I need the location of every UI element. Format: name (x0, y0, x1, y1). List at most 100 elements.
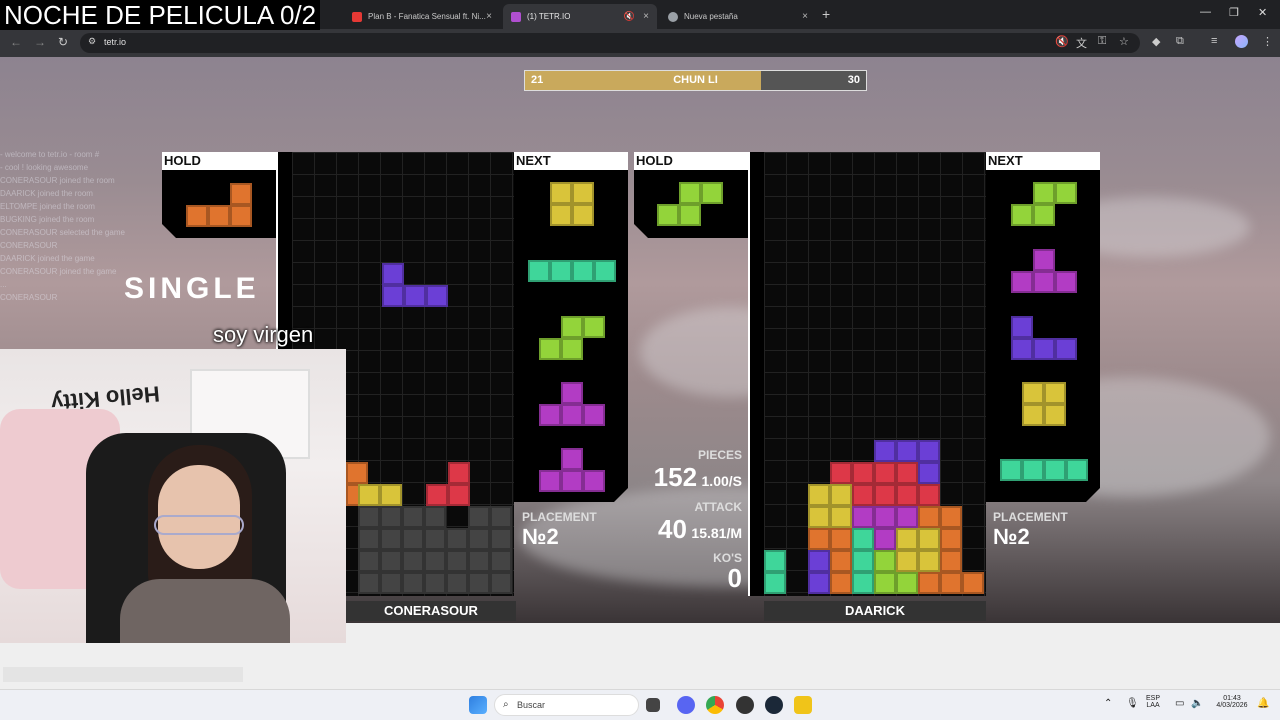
tetromino-cell (874, 506, 896, 528)
tab-close-button[interactable]: × (802, 11, 808, 22)
app-icon[interactable] (794, 696, 812, 714)
garbage-cell (358, 572, 380, 594)
lang-bottom: LAA (1146, 702, 1160, 709)
bookmark-star-icon[interactable]: ☆ (1119, 35, 1129, 48)
tetromino-cell (852, 484, 874, 506)
tetromino-cell (382, 285, 404, 307)
tetromino-cell (874, 462, 896, 484)
steam-icon[interactable] (765, 696, 783, 714)
hello-kitty-logo: Hello Kitty (50, 381, 161, 416)
language-indicator[interactable]: ESP LAA (1146, 695, 1160, 709)
close-window-icon[interactable]: ✕ (1258, 6, 1267, 19)
clock[interactable]: 01:43 4/03/2026 (1210, 695, 1254, 709)
media-control-icon[interactable]: ≡ (1211, 35, 1217, 47)
tetromino-cell (830, 462, 852, 484)
chat-input[interactable] (3, 667, 243, 682)
tetromino-cell (918, 484, 940, 506)
garbage-cell (446, 572, 468, 594)
tetromino-cell (1033, 338, 1055, 360)
tab-plan-b[interactable]: Plan B - Fanatica Sensual ft. Ni... × (344, 4, 500, 29)
right-player-name: DAARICK (764, 601, 986, 621)
tetromino-cell (1011, 316, 1033, 338)
chrome-icon[interactable] (706, 696, 724, 714)
tetromino-cell (830, 528, 852, 550)
garbage-cell (402, 572, 424, 594)
garbage-cell (446, 550, 468, 572)
tetromino-cell (808, 550, 830, 572)
tetromino-cell (230, 205, 252, 227)
forward-icon[interactable]: → (34, 35, 46, 49)
kos-stat: KO'S 0 (640, 551, 742, 591)
chat-line: DAARICK joined the game (0, 254, 95, 263)
tab-close-button[interactable]: × (643, 11, 649, 22)
chat-line: - welcome to tetr.io - room # (0, 150, 100, 159)
apm-value: 15.81/M (691, 525, 742, 541)
tetromino-cell (918, 550, 940, 572)
windows-start-icon[interactable] (469, 696, 487, 714)
translate-icon[interactable]: 文 (1076, 35, 1087, 51)
key-icon[interactable]: ⚿ (1098, 35, 1106, 48)
right-garbage-meter (748, 152, 764, 596)
tab-tetrio[interactable]: (1) TETR.IO 🔇 × (503, 4, 657, 29)
minimize-icon[interactable]: — (1200, 6, 1211, 18)
tetromino-cell (852, 462, 874, 484)
extensions-puzzle-icon[interactable]: ⧉ (1176, 35, 1184, 48)
muted-icon[interactable]: 🔇 (624, 11, 635, 22)
new-tab-button[interactable]: + (822, 6, 830, 22)
stream-title: NOCHE DE PELICULA 0/2 (0, 0, 321, 30)
garbage-cell (424, 528, 446, 550)
extension-diamond-icon[interactable]: ◆ (1152, 35, 1160, 48)
microphone-icon[interactable]: 🎙 (1126, 698, 1139, 709)
address-bar[interactable] (80, 33, 1140, 53)
tetromino-cell (852, 572, 874, 594)
tetromino-cell (896, 572, 918, 594)
tetromino-cell (830, 506, 852, 528)
tetromino-cell (583, 316, 605, 338)
volume-icon[interactable]: 🔈 (1191, 698, 1203, 709)
url-text[interactable]: tetr.io (104, 37, 126, 47)
garbage-cell (468, 550, 490, 572)
site-info-icon[interactable]: ⚙ (88, 36, 96, 47)
notification-icon[interactable]: 🔔 (1257, 698, 1269, 709)
tray-chevron-icon[interactable]: ⌃ (1104, 698, 1112, 709)
tab-nueva-pestana[interactable]: Nueva pestaña × (660, 4, 816, 29)
next-label: NEXT (514, 152, 628, 170)
youtube-icon (352, 11, 362, 22)
tetromino-cell (583, 470, 605, 492)
tetromino-cell (561, 382, 583, 404)
reload-icon[interactable]: ↻ (58, 35, 68, 49)
network-icon[interactable]: ▭ (1175, 698, 1184, 709)
task-view-icon[interactable] (646, 698, 660, 712)
chat-line: CONERASOUR selected the game (0, 228, 125, 237)
garbage-cell (446, 528, 468, 550)
chat-line: CONERASOUR joined the room (0, 176, 115, 185)
tetromino-cell (539, 470, 561, 492)
garbage-cell (424, 506, 446, 528)
tetrio-icon (511, 11, 521, 22)
tetromino-cell (896, 440, 918, 462)
taskbar-search[interactable]: ⌕ Buscar (494, 694, 639, 716)
restore-icon[interactable]: ❐ (1229, 6, 1239, 19)
profile-avatar[interactable] (1235, 35, 1248, 48)
chat-line: - cool ! looking awesome (0, 163, 89, 172)
menu-dots-icon[interactable]: ⋮ (1262, 35, 1273, 48)
tab-title: Plan B - Fanatica Sensual ft. Ni... (368, 12, 486, 21)
webcam-overlay: Hello Kitty (0, 349, 346, 643)
tetromino-cell (550, 182, 572, 204)
tab-close-button[interactable]: × (486, 11, 492, 22)
mute-site-icon[interactable]: 🔇 (1055, 35, 1069, 48)
tetromino-cell (679, 182, 701, 204)
tetromino-cell (404, 285, 426, 307)
chat-line: CONERASOUR (0, 241, 58, 250)
obs-icon[interactable] (736, 696, 754, 714)
back-icon[interactable]: ← (10, 35, 22, 49)
tetromino-cell (594, 260, 616, 282)
tetromino-cell (208, 205, 230, 227)
garbage-cell (358, 506, 380, 528)
clock-date: 4/03/2026 (1216, 702, 1248, 709)
chat-line: DAARICK joined the room (0, 189, 93, 198)
attack-label: ATTACK (694, 500, 742, 514)
tetromino-cell (896, 484, 918, 506)
discord-icon[interactable] (677, 696, 695, 714)
tetromino-cell (561, 404, 583, 426)
